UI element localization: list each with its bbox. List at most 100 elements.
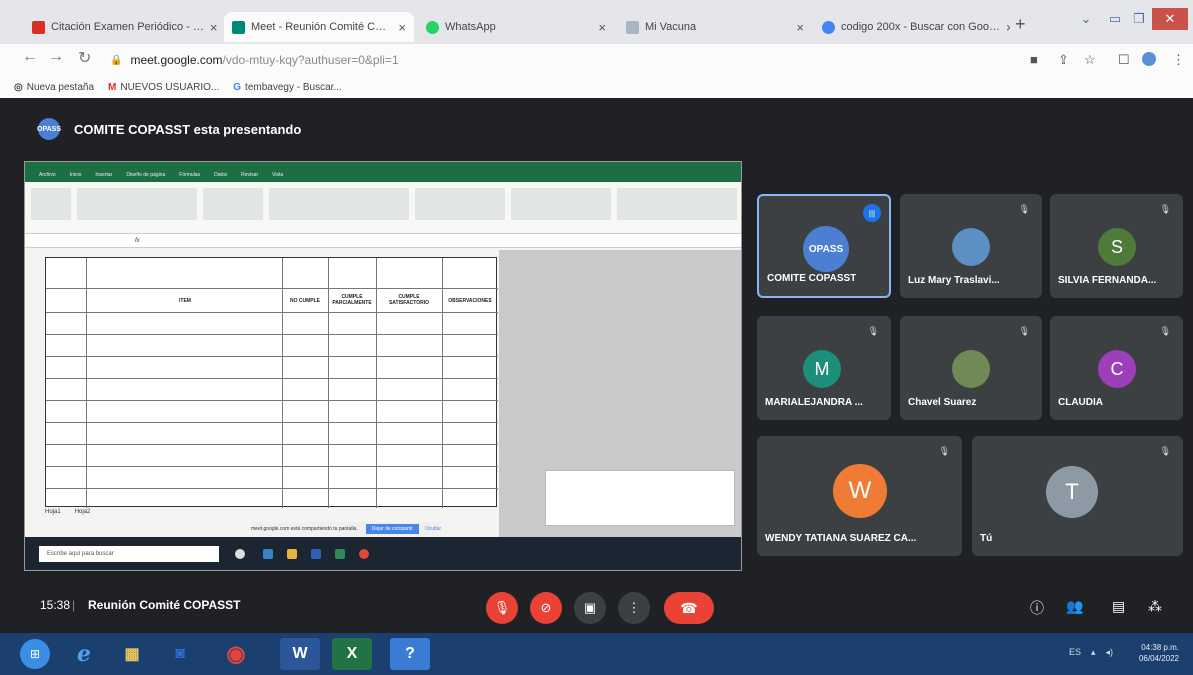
- address-bar[interactable]: 🔒 meet.google.com /vdo-mtuy-kqy?authuser…: [110, 49, 990, 71]
- more-options-button[interactable]: ⋮: [618, 592, 650, 624]
- reload-icon[interactable]: ↻: [78, 48, 91, 68]
- sheet-tab[interactable]: Hoja2: [75, 509, 91, 521]
- ie-icon[interactable]: e: [64, 638, 104, 670]
- table-divider: [86, 258, 87, 508]
- excel-sheet-table[interactable]: ITEM NO CUMPLE CUMPLE PARCIALMENTE CUMPL…: [45, 257, 498, 508]
- folder-icon: [287, 549, 297, 559]
- word-icon[interactable]: W: [280, 638, 320, 670]
- ribbon-group: [415, 188, 505, 220]
- participant-tile[interactable]: 🎙 W WENDY TATIANA SUAREZ CA...: [757, 436, 962, 556]
- taskbar-clock[interactable]: 04:38 p.m. 06/04/2022: [1139, 642, 1179, 664]
- table-row: [46, 288, 498, 289]
- chat-icon[interactable]: ▤: [1112, 598, 1125, 615]
- notification-popup[interactable]: [545, 470, 735, 526]
- ribbon-group: [269, 188, 409, 220]
- excel-tab: Insertar: [95, 172, 113, 178]
- excel-tab: Archivo: [39, 172, 56, 178]
- tab-citacion-examen[interactable]: Citación Examen Periódico - … ×: [24, 12, 220, 42]
- avatar-photo: [952, 350, 990, 388]
- tab-label: codigo 200x - Buscar con Goo…: [841, 21, 1000, 33]
- meeting-separator: |: [72, 598, 76, 612]
- avatar: OPASS: [803, 226, 849, 272]
- participant-tile[interactable]: 🎙 C CLAUDIA: [1050, 316, 1183, 420]
- tab-codigo-buscar[interactable]: codigo 200x - Buscar con Goo… ×: [814, 12, 1010, 42]
- back-icon[interactable]: ←: [22, 48, 38, 66]
- extensions-icon[interactable]: ☐: [1118, 52, 1130, 68]
- sheet-tab[interactable]: Hoja1: [45, 509, 61, 521]
- mic-off-icon: 🎙: [938, 446, 950, 456]
- present-screen-button[interactable]: ▣: [574, 592, 606, 624]
- participant-tile[interactable]: 🎙 Chavel Suarez: [900, 316, 1042, 420]
- minimize-icon[interactable]: ▭: [1104, 8, 1126, 30]
- excel-ribbon-tabs: Archivo Inicio Insertar Diseño de página…: [25, 172, 741, 182]
- page-icon: [626, 20, 639, 34]
- close-icon[interactable]: ×: [790, 20, 804, 35]
- camera-toggle-button[interactable]: ⊘: [530, 592, 562, 624]
- network-icon[interactable]: ▴: [1091, 647, 1096, 658]
- close-icon[interactable]: ×: [204, 20, 218, 35]
- chrome-icon[interactable]: ◉: [216, 638, 256, 670]
- shared-screen[interactable]: Archivo Inicio Insertar Diseño de página…: [24, 161, 742, 571]
- table-divider: [442, 258, 443, 508]
- participant-tile-self[interactable]: 🎙 T Tú: [972, 436, 1183, 556]
- forward-icon[interactable]: →: [48, 48, 64, 66]
- tab-meet-reunion[interactable]: Meet - Reunión Comité C… ×: [224, 12, 414, 42]
- tab-mi-vacuna[interactable]: Mi Vacuna ×: [618, 12, 812, 42]
- window-close-icon[interactable]: ✕: [1152, 8, 1188, 30]
- camera-icon[interactable]: ■: [1030, 52, 1038, 67]
- column-header-cumple-satisf: CUMPLE SATISFACTORIO: [388, 294, 430, 306]
- bookmark-buscar[interactable]: G tembavegy - Buscar...: [233, 82, 342, 93]
- excel-icon[interactable]: X: [332, 638, 372, 670]
- participant-tile[interactable]: ||| OPASS COMITE COPASST: [757, 194, 891, 298]
- function-icon: fx: [135, 237, 140, 244]
- participant-name: MARIALEJANDRA ...: [765, 397, 863, 408]
- outlook-icon[interactable]: ◙: [160, 638, 200, 670]
- bookmark-nuevos-usuarios[interactable]: M NUEVOS USUARIO...: [108, 82, 219, 93]
- maximize-icon[interactable]: ❐: [1128, 8, 1150, 30]
- leave-call-button[interactable]: ☎: [664, 592, 714, 624]
- folder-icon[interactable]: ▦: [112, 638, 152, 670]
- table-divider: [376, 258, 377, 508]
- presenter-label: COMITE COPASST esta presentando: [74, 121, 302, 137]
- close-icon[interactable]: ×: [392, 20, 406, 35]
- screen-share-banner: meet.google.com está compartiendo tu pan…: [251, 522, 441, 536]
- help-icon[interactable]: ?: [390, 638, 430, 670]
- tab-label: Citación Examen Periódico - …: [51, 21, 204, 33]
- volume-icon[interactable]: ◂): [1105, 647, 1113, 658]
- mic-off-icon: 🎙: [867, 326, 879, 336]
- participant-tile[interactable]: 🎙 Luz Mary Traslavi...: [900, 194, 1042, 298]
- excel-tab: Inicio: [69, 172, 82, 178]
- tab-search-icon[interactable]: ⌄: [1076, 8, 1096, 30]
- close-icon[interactable]: ×: [592, 20, 606, 35]
- excel-formula-bar[interactable]: fx: [25, 234, 741, 248]
- participant-name: COMITE COPASST: [767, 273, 857, 284]
- people-icon[interactable]: 👥: [1066, 598, 1083, 615]
- participant-tile[interactable]: 🎙 S SILVIA FERNANDA...: [1050, 194, 1183, 298]
- stop-sharing-button[interactable]: Dejar de compartir: [365, 524, 419, 534]
- avatar: T: [1046, 466, 1098, 518]
- bookmarks-bar: ◎ Nueva pestaña M NUEVOS USUARIO... G te…: [0, 76, 1193, 98]
- mic-off-icon: 🎙: [1159, 204, 1171, 214]
- bookmark-star-icon[interactable]: ☆: [1084, 52, 1096, 68]
- activities-icon[interactable]: ⁂: [1148, 598, 1162, 615]
- bookmark-nueva-pestana[interactable]: ◎ Nueva pestaña: [14, 82, 94, 93]
- share-icon[interactable]: ⇪: [1058, 52, 1069, 68]
- hide-banner-button[interactable]: Ocultar: [425, 526, 441, 532]
- language-indicator[interactable]: ES: [1069, 647, 1081, 658]
- table-row: [46, 444, 498, 445]
- tab-whatsapp[interactable]: WhatsApp ×: [418, 12, 614, 42]
- participant-tile[interactable]: 🎙 M MARIALEJANDRA ...: [757, 316, 891, 420]
- menu-icon[interactable]: ⋮: [1172, 52, 1185, 68]
- meeting-info-icon[interactable]: ⓘ: [1030, 598, 1044, 618]
- mic-toggle-button[interactable]: 🎙: [486, 592, 518, 624]
- new-tab-button[interactable]: +: [1015, 14, 1026, 35]
- profile-avatar[interactable]: [1142, 52, 1156, 66]
- close-icon[interactable]: ×: [1000, 20, 1010, 35]
- system-tray: ES ▴ ◂): [1059, 647, 1113, 658]
- participant-name: WENDY TATIANA SUAREZ CA...: [765, 533, 917, 544]
- share-banner-text: meet.google.com está compartiendo tu pan…: [251, 526, 358, 532]
- start-button[interactable]: ⊞: [20, 639, 50, 669]
- presenter-avatar: OPASS: [37, 118, 61, 140]
- column-header-observaciones: OBSERVACIONES: [448, 298, 492, 304]
- table-row: [46, 356, 498, 357]
